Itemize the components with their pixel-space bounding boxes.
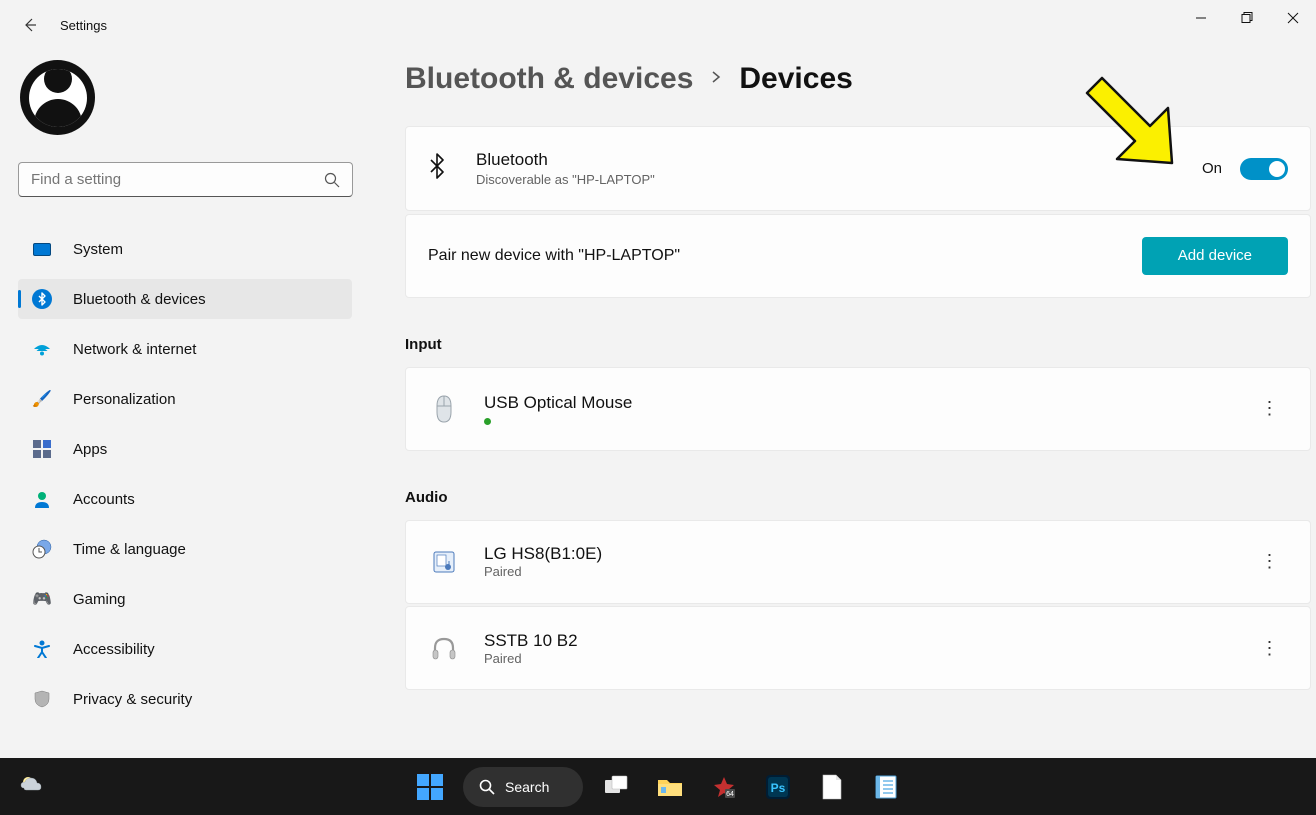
nav-apps[interactable]: Apps (18, 429, 352, 469)
window-title: Settings (60, 18, 107, 33)
add-device-button[interactable]: Add device (1142, 237, 1288, 275)
nav-network[interactable]: Network & internet (18, 329, 352, 369)
sidebar: System Bluetooth & devices Network & int… (0, 50, 370, 758)
taskbar-weather[interactable] (18, 771, 44, 803)
paintbrush-icon: 🖌️ (32, 389, 52, 409)
device-row-lg[interactable]: LG HS8(B1:0E) Paired ⋮ (405, 520, 1311, 604)
search-field[interactable] (31, 171, 324, 188)
maximize-button[interactable] (1224, 0, 1270, 36)
clock-globe-icon (32, 539, 52, 559)
taskbar-explorer[interactable] (649, 766, 691, 808)
minimize-button[interactable] (1178, 0, 1224, 36)
bluetooth-toggle[interactable] (1240, 158, 1288, 180)
svg-text:64: 64 (726, 791, 734, 798)
wifi-icon (32, 339, 52, 359)
section-input-header: Input (405, 336, 1316, 353)
taskbar-search[interactable]: Search (463, 767, 583, 807)
shield-icon (32, 689, 52, 709)
nav-gaming[interactable]: 🎮 Gaming (18, 579, 352, 619)
audio-device-icon (428, 550, 460, 574)
bluetooth-icon (428, 153, 446, 185)
pair-text: Pair new device with "HP-LAPTOP" (428, 247, 680, 265)
system-icon (32, 239, 52, 259)
bluetooth-icon (32, 289, 52, 309)
search-input[interactable] (18, 162, 353, 197)
main-content: Bluetooth & devices Devices Bluetooth Di… (405, 62, 1316, 758)
device-row-sstb[interactable]: SSTB 10 B2 Paired ⋮ (405, 606, 1311, 690)
device-name: LG HS8(B1:0E) (484, 544, 1252, 564)
mouse-icon (428, 394, 460, 424)
nav-label: Gaming (73, 591, 126, 608)
taskbar-photoshop[interactable]: Ps (757, 766, 799, 808)
device-status: Paired (484, 564, 1252, 579)
more-options-button[interactable]: ⋮ (1252, 544, 1288, 580)
nav-system[interactable]: System (18, 229, 352, 269)
title-bar: Settings (0, 0, 1316, 50)
nav-bluetooth-devices[interactable]: Bluetooth & devices (18, 279, 352, 319)
gamepad-icon: 🎮 (32, 589, 52, 609)
bluetooth-title: Bluetooth (476, 150, 1202, 170)
back-button[interactable] (20, 15, 40, 35)
bluetooth-card: Bluetooth Discoverable as "HP-LAPTOP" On (405, 126, 1311, 211)
svg-text:Ps: Ps (771, 781, 786, 795)
search-icon (324, 172, 340, 188)
taskbar-search-label: Search (505, 779, 549, 795)
bluetooth-subtitle: Discoverable as "HP-LAPTOP" (476, 172, 1202, 187)
section-audio-header: Audio (405, 489, 1316, 506)
user-avatar[interactable] (20, 60, 95, 135)
nav-personalization[interactable]: 🖌️ Personalization (18, 379, 352, 419)
taskbar-app-doc[interactable] (811, 766, 853, 808)
device-row-mouse[interactable]: USB Optical Mouse ⋮ (405, 367, 1311, 451)
taskbar-taskview[interactable] (595, 766, 637, 808)
bluetooth-state-label: On (1202, 160, 1222, 177)
apps-icon (32, 439, 52, 459)
search-icon (479, 779, 495, 795)
more-options-button[interactable]: ⋮ (1252, 391, 1288, 427)
taskbar-app-red[interactable]: 64 (703, 766, 745, 808)
window-controls (1178, 0, 1316, 36)
nav-label: Accounts (73, 491, 135, 508)
nav-time-language[interactable]: Time & language (18, 529, 352, 569)
status-dot-icon (484, 418, 491, 425)
nav-label: Accessibility (73, 641, 155, 658)
nav-label: Network & internet (73, 341, 196, 358)
chevron-right-icon (711, 70, 721, 88)
nav-accounts[interactable]: Accounts (18, 479, 352, 519)
pair-device-card: Pair new device with "HP-LAPTOP" Add dev… (405, 214, 1311, 298)
nav-privacy[interactable]: Privacy & security (18, 679, 352, 719)
device-status: Paired (484, 651, 1252, 666)
device-name: SSTB 10 B2 (484, 631, 1252, 651)
headphones-icon (428, 634, 460, 662)
more-options-button[interactable]: ⋮ (1252, 630, 1288, 666)
taskbar-notepad[interactable] (865, 766, 907, 808)
close-button[interactable] (1270, 0, 1316, 36)
nav-label: Privacy & security (73, 691, 192, 708)
taskbar-start[interactable] (409, 766, 451, 808)
nav-label: Apps (73, 441, 107, 458)
breadcrumb-parent[interactable]: Bluetooth & devices (405, 62, 693, 96)
accessibility-icon (32, 639, 52, 659)
nav-label: Bluetooth & devices (73, 291, 206, 308)
nav-accessibility[interactable]: Accessibility (18, 629, 352, 669)
breadcrumb: Bluetooth & devices Devices (405, 62, 1316, 96)
taskbar: Search 64 Ps (0, 758, 1316, 815)
device-name: USB Optical Mouse (484, 393, 1252, 413)
nav-label: System (73, 241, 123, 258)
person-icon (32, 489, 52, 509)
nav-label: Personalization (73, 391, 176, 408)
breadcrumb-current: Devices (739, 62, 852, 96)
nav-label: Time & language (73, 541, 186, 558)
